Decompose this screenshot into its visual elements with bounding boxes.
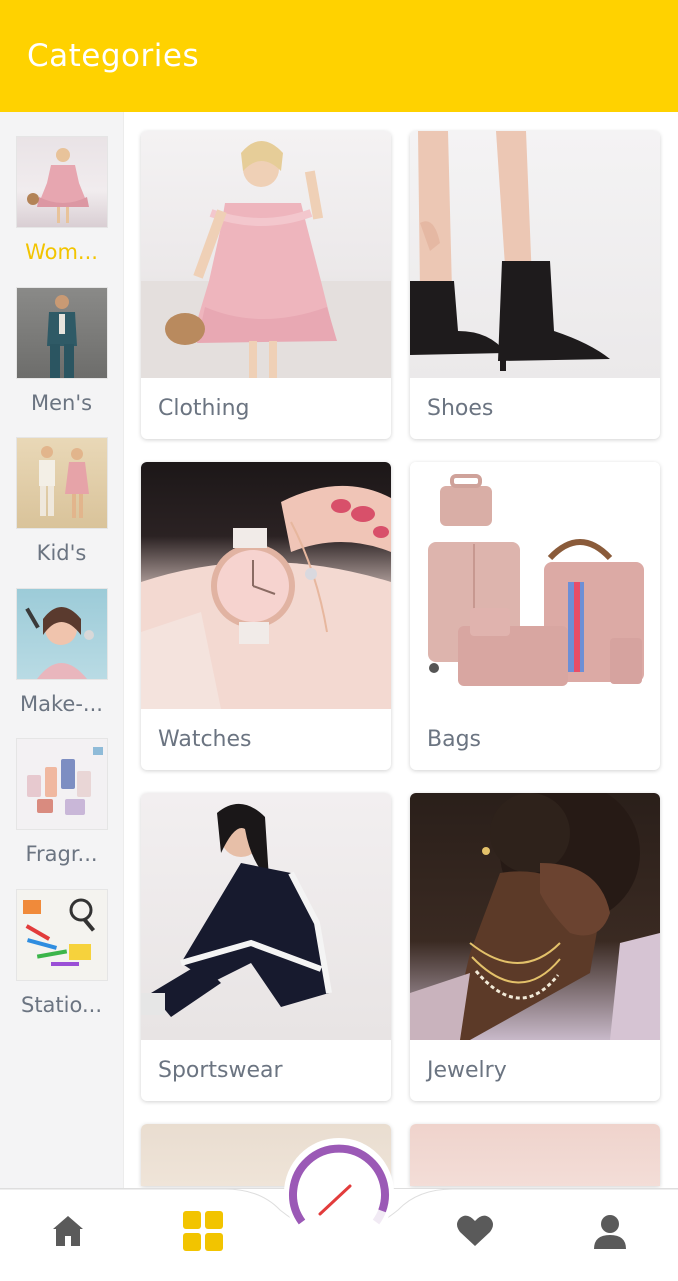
app-bar: Categories [0,0,678,112]
jewelry-image [410,793,660,1040]
nav-profile-button[interactable] [585,1208,635,1258]
category-card-sportswear[interactable]: Sportswear [141,793,391,1101]
heart-icon [456,1214,494,1252]
speedometer-icon [284,1138,394,1252]
sidebar-item-label: Kid's [36,541,87,565]
category-card-shoes[interactable]: Shoes [410,131,660,439]
card-label: Jewelry [427,1058,507,1083]
category-card-jewelry[interactable]: Jewelry [410,793,660,1101]
sidebar-item-stationery[interactable]: Statio... [0,865,123,1017]
sidebar-item-label: Make-... [20,692,103,716]
person-icon [592,1213,628,1253]
sidebar-item-label: Fragr... [25,842,98,866]
sidebar-item-women[interactable]: Wom... [0,112,123,264]
card-label: Shoes [427,396,494,421]
nav-favorites-button[interactable] [450,1208,500,1258]
sidebar-item-fragrances[interactable]: Fragr... [0,714,123,866]
clothing-image [141,131,391,378]
category-card-watches[interactable]: Watches [141,462,391,770]
nav-home-button[interactable] [43,1208,93,1258]
grid-icon [183,1211,223,1255]
watches-image [141,462,391,709]
sidebar-item-label: Wom... [25,240,98,264]
page-title: Categories [27,38,200,74]
sidebar-item-label: Statio... [20,993,102,1017]
partial-card-image [410,1124,660,1186]
card-label: Bags [427,727,482,752]
kids-thumbnail [16,437,108,529]
women-thumbnail [16,136,108,228]
sidebar-item-kids[interactable]: Kid's [0,413,123,565]
sidebar-item-men[interactable]: Men's [0,263,123,415]
home-icon [50,1213,86,1253]
stationery-thumbnail [16,889,108,981]
category-card-partial-right[interactable] [410,1124,660,1186]
sidebar-item-label: Men's [30,391,93,415]
shoes-image [410,131,660,378]
card-label: Watches [158,727,252,752]
card-label: Sportswear [158,1058,283,1083]
category-sidebar: Wom... Men's Kid's Make-... Fragr... Sta… [0,112,124,1188]
card-label: Clothing [158,396,250,421]
category-card-bags[interactable]: Bags [410,462,660,770]
category-card-clothing[interactable]: Clothing [141,131,391,439]
makeup-thumbnail [16,588,108,680]
nav-categories-button[interactable] [178,1208,228,1258]
fragrances-thumbnail [16,738,108,830]
bags-image [410,462,660,709]
sidebar-item-makeup[interactable]: Make-... [0,564,123,716]
men-thumbnail [16,287,108,379]
center-fab-button[interactable] [284,1138,394,1248]
sportswear-image [141,793,391,1040]
